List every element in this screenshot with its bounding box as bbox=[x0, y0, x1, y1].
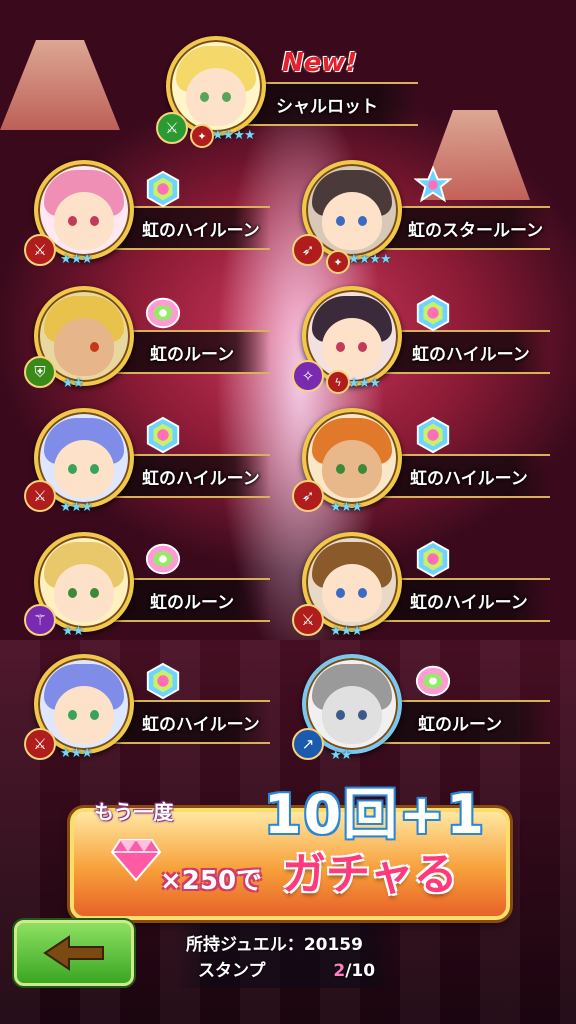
rainbow-rune-icon bbox=[415, 665, 451, 697]
element-icon: ✦ bbox=[190, 124, 214, 148]
rainbow-rune-icon bbox=[145, 543, 181, 575]
rarity-stars: ★★ bbox=[62, 376, 84, 391]
sword-icon: ⚔ bbox=[24, 480, 56, 512]
unit-item-name: 虹のルーン bbox=[418, 715, 503, 735]
stamp-max: /10 bbox=[345, 961, 376, 981]
bow-icon: ➶ bbox=[292, 480, 324, 512]
spear-icon: ↗ bbox=[292, 728, 324, 760]
jewel-label: 所持ジュエル： bbox=[186, 935, 304, 955]
sword-icon: ⚔ bbox=[24, 234, 56, 266]
unit-item-name: 虹のハイルーン bbox=[142, 715, 260, 735]
gacha-cost: ×250で bbox=[160, 866, 263, 896]
rainbow-hirune-icon bbox=[416, 294, 450, 332]
staff-icon: ⚚ bbox=[24, 604, 56, 636]
sword-icon: ⚔ bbox=[24, 728, 56, 760]
rainbow-rune-icon bbox=[145, 297, 181, 329]
back-button[interactable] bbox=[14, 920, 134, 986]
unit-item-name: 虹のハイルーン bbox=[142, 469, 260, 489]
rarity-stars: ★★★★ bbox=[348, 252, 392, 267]
unit-item-name: 虹のルーン bbox=[150, 345, 235, 365]
element-icon: ✦ bbox=[326, 250, 350, 274]
rarity-stars: ★★★ bbox=[348, 376, 381, 391]
featured-unit-name: シャルロット bbox=[276, 97, 378, 117]
jewel-value: 20159 bbox=[303, 935, 363, 955]
shield-icon: ⛨ bbox=[24, 356, 56, 388]
back-arrow-icon bbox=[43, 935, 104, 971]
rainbow-hirune-icon bbox=[146, 416, 180, 454]
stamp-current: 2 bbox=[333, 961, 346, 981]
rarity-stars: ★★ bbox=[330, 748, 352, 763]
rainbow-hirune-icon bbox=[146, 170, 180, 208]
rarity-stars: ★★★ bbox=[330, 624, 363, 639]
element-icon: ϟ bbox=[326, 370, 350, 394]
rarity-stars: ★★★★ bbox=[212, 128, 256, 143]
rarity-stars: ★★★ bbox=[60, 746, 93, 761]
bow-icon: ➶ bbox=[292, 234, 324, 266]
rarity-stars: ★★★ bbox=[60, 252, 93, 267]
status-panel: 所持ジュエル：20159 スタンプ 2/10 bbox=[176, 924, 400, 988]
unit-item-name: 虹のハイルーン bbox=[412, 345, 530, 365]
rarity-stars: ★★ bbox=[62, 624, 84, 639]
magic-icon: ✧ bbox=[292, 360, 324, 392]
gacha-again-prefix: もう一度 bbox=[94, 800, 174, 824]
rainbow-star-rune-icon bbox=[414, 166, 452, 203]
gacha-action-label: ガチャる bbox=[282, 849, 458, 900]
rarity-stars: ★★★ bbox=[60, 500, 93, 515]
stamp-label: スタンプ bbox=[198, 961, 266, 981]
unit-item-name: 虹のルーン bbox=[150, 593, 235, 613]
rainbow-hirune-icon bbox=[416, 416, 450, 454]
unit-item-name: 虹のスタールーン bbox=[408, 221, 544, 241]
new-badge: New! bbox=[282, 48, 358, 78]
weapon-icon: ⚔ bbox=[156, 112, 188, 144]
unit-item-name: 虹のハイルーン bbox=[142, 221, 260, 241]
rarity-stars: ★★★ bbox=[330, 500, 363, 515]
rainbow-hirune-icon bbox=[146, 662, 180, 700]
jewel-icon bbox=[110, 839, 162, 882]
unit-item-name: 虹のハイルーン bbox=[410, 593, 528, 613]
sword-icon: ⚔ bbox=[292, 604, 324, 636]
rainbow-hirune-icon bbox=[416, 540, 450, 578]
unit-item-name: 虹のハイルーン bbox=[410, 469, 528, 489]
